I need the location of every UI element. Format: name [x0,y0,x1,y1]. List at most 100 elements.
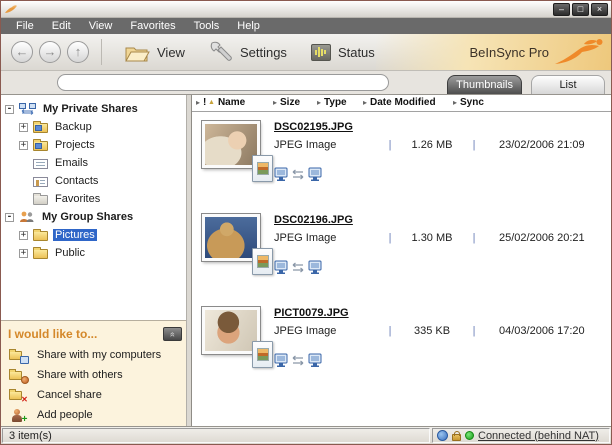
address-row: Thumbnails List [1,71,611,95]
file-name-link[interactable]: DSC02196.JPG [274,214,353,226]
title-bar: – □ × [1,1,611,18]
tree-label[interactable]: Favorites [53,193,102,205]
expand-toggle-icon[interactable]: - [5,104,14,114]
tree-node-favorites[interactable]: Favorites [3,190,184,208]
tree-node-projects[interactable]: + Projects [3,136,184,154]
collapse-pane-button[interactable]: « [163,327,182,341]
tree-label[interactable]: Emails [53,157,90,169]
menu-view[interactable]: View [80,19,122,33]
network-globe-icon [437,430,448,441]
column-header-type[interactable]: ▸ Type [317,97,347,108]
menu-edit[interactable]: Edit [43,19,80,33]
task-share-with-others[interactable]: Share with others [1,365,186,385]
address-input[interactable] [57,74,389,91]
file-meta: JPEG Image | 1.30 MB | 25/02/2006 20:21 [274,232,585,244]
column-header-date-modified[interactable]: ▸ Date Modified [363,97,436,108]
main-area: - My Private Shares + Backup + Projects … [1,95,611,426]
tree-label[interactable]: Public [53,247,87,259]
maximize-button[interactable]: □ [572,2,589,16]
tree-node-backup[interactable]: + Backup [3,118,184,136]
file-row[interactable]: DSC02195.JPG JPEG Image | 1.26 MB | 23/0… [192,112,611,205]
task-label[interactable]: Cancel share [37,389,102,401]
file-type: JPEG Image [274,325,337,337]
task-share-with-my-computers[interactable]: Share with my computers [1,345,186,365]
file-date: 25/02/2006 20:21 [499,232,585,244]
jpeg-file-icon [252,155,273,182]
menu-favorites[interactable]: Favorites [121,19,184,33]
column-headers: ▸ ! ▲ Name ▸ Size ▸ Type ▸ Date Modified… [192,95,611,112]
up-button[interactable]: ↑ [67,41,89,63]
meta-separator: | [472,232,476,244]
sort-ascending-icon: ▲ [208,99,215,106]
file-name-link[interactable]: PICT0079.JPG [274,307,349,319]
flying-person-logo-icon [555,39,603,64]
tree-label[interactable]: Backup [53,121,94,133]
shared-folder-icon [33,139,48,151]
file-thumbnail[interactable] [201,306,282,377]
connection-status-link[interactable]: Connected (behind NAT) [478,429,599,443]
file-thumbnail[interactable] [201,213,282,284]
view-button[interactable]: View [112,39,197,66]
menu-help[interactable]: Help [228,19,269,33]
file-type: JPEG Image [274,232,337,244]
share-computers-icon [9,348,29,364]
meta-separator: | [472,325,476,337]
file-thumbnail[interactable] [201,120,282,191]
minimize-button[interactable]: – [553,2,570,16]
file-name-link[interactable]: DSC02195.JPG [274,121,353,133]
app-window: – □ × File Edit View Favorites Tools Hel… [0,0,612,445]
security-lock-icon [452,430,461,441]
back-button[interactable]: ← [11,41,33,63]
meta-separator: | [388,232,392,244]
close-button[interactable]: × [591,2,608,16]
tab-thumbnails[interactable]: Thumbnails [447,75,522,94]
file-size: 335 KB [413,325,451,337]
column-arrow-icon: ▸ [317,98,322,107]
tree-node-pictures[interactable]: + Pictures [3,226,184,244]
column-arrow-icon: ▸ [273,98,278,107]
tree-label[interactable]: My Group Shares [40,211,135,223]
sync-status-icon [274,260,322,274]
settings-button[interactable]: Settings [197,38,299,67]
task-add-people[interactable]: + Add people [1,405,186,425]
expand-toggle-icon[interactable]: - [5,212,14,222]
meta-separator: | [388,139,392,151]
tree-label[interactable]: Contacts [53,175,100,187]
expand-toggle-icon[interactable]: + [19,140,28,150]
tree-node-contacts[interactable]: Contacts [3,172,184,190]
cancel-share-icon: ✕ [9,388,29,403]
column-arrow-icon: ▸ [453,98,458,107]
tree-node-emails[interactable]: Emails [3,154,184,172]
column-arrow-icon: ▸ [363,98,368,107]
column-header-name[interactable]: ▲ Name [208,97,245,108]
forward-button[interactable]: → [39,41,61,63]
connection-cell: Connected (behind NAT) [432,428,610,443]
menu-file[interactable]: File [7,19,43,33]
expand-toggle-icon[interactable]: + [19,248,28,258]
tree-node-my-private-shares[interactable]: - My Private Shares [3,100,184,118]
column-header-alert[interactable]: ▸ ! [196,97,206,108]
tree-label-selected[interactable]: Pictures [53,229,97,241]
item-count: 3 item(s) [2,428,430,443]
tab-list[interactable]: List [531,75,605,94]
task-label[interactable]: Add people [37,409,93,421]
tree-label[interactable]: My Private Shares [41,103,140,115]
column-header-sync[interactable]: ▸ Sync [453,97,484,108]
expand-toggle-icon[interactable]: + [19,122,28,132]
menu-tools[interactable]: Tools [185,19,229,33]
tree-node-my-group-shares[interactable]: - My Group Shares [3,208,184,226]
file-row[interactable]: DSC02196.JPG JPEG Image | 1.30 MB | 25/0… [192,205,611,298]
menu-bar: File Edit View Favorites Tools Help [1,18,611,34]
task-label[interactable]: Share with my computers [37,349,161,361]
tasks-title: I would like to... [8,327,98,341]
jpeg-file-icon [252,341,273,368]
task-label[interactable]: Share with others [37,369,123,381]
column-header-size[interactable]: ▸ Size [273,97,300,108]
status-button[interactable]: Status [299,41,387,64]
tree-node-public[interactable]: + Public [3,244,184,262]
expand-toggle-icon[interactable]: + [19,230,28,240]
file-row[interactable]: PICT0079.JPG JPEG Image | 335 KB | 04/03… [192,298,611,391]
folder-icon [33,193,48,205]
task-cancel-share[interactable]: ✕ Cancel share [1,385,186,405]
tree-label[interactable]: Projects [53,139,97,151]
